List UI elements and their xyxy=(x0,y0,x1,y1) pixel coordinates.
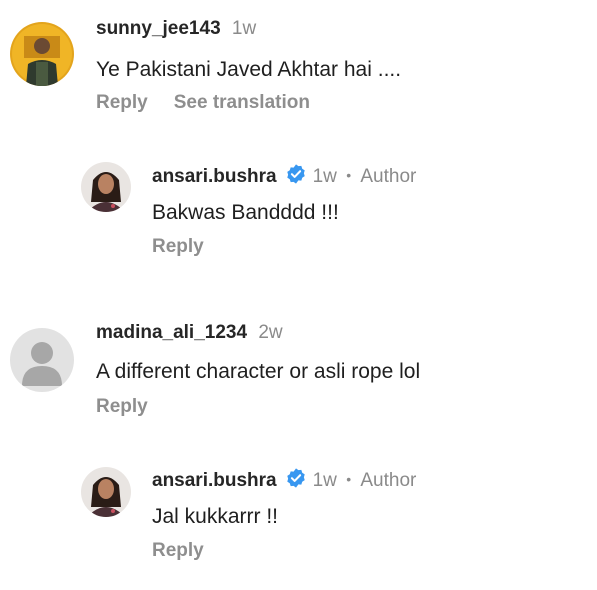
username-text[interactable]: madina_ali_1234 xyxy=(96,322,247,343)
avatar[interactable] xyxy=(81,162,131,212)
comment-item: madina_ali_1234 2w A different character… xyxy=(0,300,597,440)
comment-time: 1w xyxy=(231,18,257,39)
see-translation-button[interactable]: See translation xyxy=(174,92,310,113)
reply-button[interactable]: Reply xyxy=(96,92,148,113)
comment-time: 1w xyxy=(312,470,337,491)
author-badge: Author xyxy=(360,166,417,187)
comment-time: 1w xyxy=(312,166,337,187)
comment-text: Bakwas Bandddd !!! xyxy=(152,201,339,224)
reply-button[interactable]: Reply xyxy=(152,540,204,561)
comment-actions: Reply xyxy=(96,396,148,418)
verified-badge-icon xyxy=(286,468,305,488)
reply-button[interactable]: Reply xyxy=(152,236,204,257)
comment-username[interactable]: ansari.bushra 1w • Author xyxy=(152,467,416,492)
comment-text: Jal kukkarrr !! xyxy=(152,505,279,528)
comment-time: 2w xyxy=(258,322,283,343)
reply-button[interactable]: Reply xyxy=(96,396,148,417)
comment-actions: Reply xyxy=(152,540,204,562)
verified-badge-icon xyxy=(286,164,305,184)
comment-actions: Reply See translation xyxy=(96,92,310,114)
user-photo-icon xyxy=(10,22,74,86)
reply-item: ansari.bushra 1w • Author Jal kukkarrr !!… xyxy=(0,445,597,590)
comment-text: A different character or asli rope lol xyxy=(96,360,421,383)
reply-item: ansari.bushra 1w • Author Bakwas Bandddd … xyxy=(0,140,597,280)
comment-username[interactable]: ansari.bushra 1w • Author xyxy=(152,163,416,188)
separator-dot: • xyxy=(346,167,352,183)
comment-actions: Reply xyxy=(152,236,204,258)
avatar[interactable] xyxy=(10,22,74,86)
avatar[interactable] xyxy=(81,467,131,517)
default-avatar-icon xyxy=(10,328,74,392)
comment-item: sunny_jee143 1w Ye Pakistani Javed Akhta… xyxy=(0,0,597,140)
separator-dot: • xyxy=(346,471,352,487)
author-badge: Author xyxy=(360,470,417,491)
user-photo-icon xyxy=(81,467,131,517)
username-text[interactable]: ansari.bushra xyxy=(152,470,277,491)
comment-username[interactable]: sunny_jee143 1w xyxy=(96,18,256,40)
comment-username[interactable]: madina_ali_1234 2w xyxy=(96,322,283,344)
username-text[interactable]: ansari.bushra xyxy=(152,166,277,187)
user-photo-icon xyxy=(81,162,131,212)
comment-text: Ye Pakistani Javed Akhtar hai .... xyxy=(96,58,402,81)
avatar[interactable] xyxy=(10,328,74,392)
username-text[interactable]: sunny_jee143 xyxy=(96,18,221,39)
